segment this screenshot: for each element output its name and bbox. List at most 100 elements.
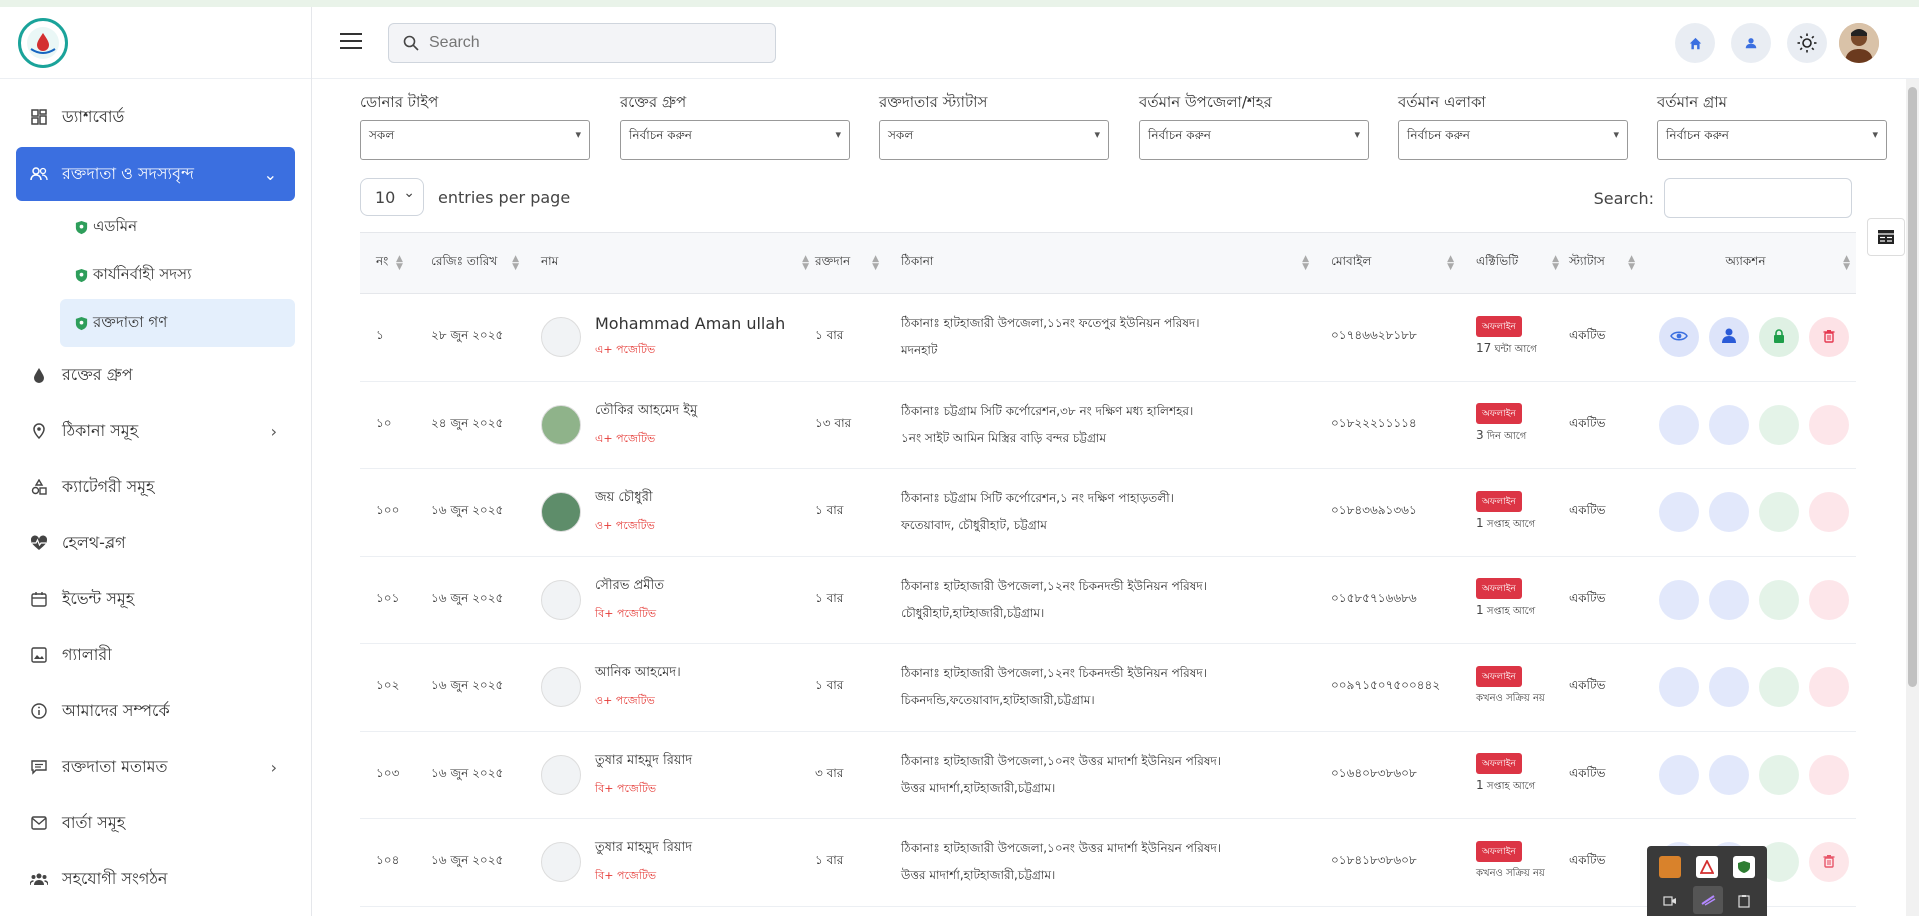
pen-icon[interactable] [1693, 886, 1723, 914]
profile-button[interactable] [1708, 317, 1749, 358]
delete-button[interactable] [1808, 667, 1849, 708]
sidebar-item-messages[interactable]: বার্তা সমূহ [16, 795, 295, 851]
donor-name[interactable]: তৌকির আহমেদ ইমু [595, 401, 697, 422]
table-settings-button[interactable] [1867, 218, 1905, 256]
sidebar-item-blood-group[interactable]: রক্তের গ্রুপ [16, 347, 295, 403]
upazila-select[interactable]: নির্বাচন করুন [1139, 120, 1369, 160]
column-header-status[interactable]: স্ট্যাটাস ▲ ▼ [1565, 232, 1635, 294]
donor-photo [541, 404, 581, 445]
address-line-1: ঠিকানাঃ হাটহাজারী উপজেলা,১০নং উত্তর মাদা… [901, 753, 1222, 768]
profile-button[interactable] [1708, 579, 1749, 620]
shield-icon [75, 316, 88, 330]
page-scrollbar[interactable] [1906, 79, 1919, 916]
sidebar-item-about[interactable]: আমাদের সম্পর্কে [16, 683, 295, 739]
lock-button[interactable] [1758, 404, 1799, 445]
delete-button[interactable] [1808, 492, 1849, 533]
donor-name[interactable]: আনিক আহমেদ। [595, 663, 681, 684]
view-button[interactable] [1658, 579, 1699, 620]
search-input[interactable] [429, 34, 759, 52]
shield-tray-icon[interactable] [1733, 856, 1755, 878]
sidebar-subitem-admin[interactable]: এডমিন [60, 203, 295, 251]
column-header-donations[interactable]: রক্তদান ▲ ▼ [815, 232, 885, 294]
donor-name[interactable]: তুষার মাহমুদ রিয়াদ [595, 838, 692, 859]
delete-button[interactable] [1808, 317, 1849, 358]
sidebar-subitem-executive[interactable]: কার্যনির্বাহী সদস্য [60, 251, 295, 299]
blood-group-select[interactable]: নির্বাচন করুন [620, 120, 850, 160]
lock-button[interactable] [1758, 492, 1799, 533]
lock-button[interactable] [1758, 754, 1799, 795]
cell-status: একটিভ [1565, 818, 1635, 907]
sidebar-item-testimonials[interactable]: রক্তদাতা মতামত › [16, 739, 295, 795]
view-button[interactable] [1658, 317, 1699, 358]
donor-name[interactable]: জয় চৌধুরী [595, 488, 655, 509]
profile-button[interactable] [1708, 404, 1749, 445]
cell-address: ঠিকানাঃ হাটহাজারী উপজেলা,১০নং উত্তর মাদা… [885, 818, 1315, 907]
delete-button[interactable] [1808, 842, 1849, 883]
area-select[interactable]: নির্বাচন করুন [1398, 120, 1628, 160]
address-line-1: ঠিকানাঃ চট্টগ্রাম সিটি কর্পোরেশন,১ নং দক… [901, 491, 1174, 506]
per-page-select[interactable]: 10 [360, 178, 424, 216]
profile-button[interactable] [1708, 667, 1749, 708]
donor-name[interactable]: সৌরভ প্রমীত [595, 576, 664, 597]
sidebar-item-events[interactable]: ইভেন্ট সমূহ [16, 571, 295, 627]
view-button[interactable] [1658, 667, 1699, 708]
column-header-no[interactable]: নং ▲ ▼ [360, 232, 415, 294]
menu-toggle-icon[interactable] [340, 33, 362, 51]
cell-actions [1635, 293, 1856, 382]
sidebar-item-label: রক্তের গ্রুপ [62, 364, 133, 384]
cell-address: ঠিকানাঃ হাটহাজারী উপজেলা,১২নং চিকনদন্ডী … [885, 556, 1315, 644]
user-icon [1745, 38, 1757, 49]
sidebar-subitem-donors[interactable]: রক্তদাতা গণ [60, 299, 295, 347]
theme-toggle-button[interactable] [1787, 23, 1827, 63]
profile-button[interactable] [1708, 492, 1749, 533]
tray-app-icon[interactable] [1659, 856, 1681, 878]
donor-status-select[interactable]: সকল [879, 120, 1109, 160]
top-accent-line [0, 0, 1919, 7]
lock-button[interactable] [1758, 317, 1799, 358]
clipboard-icon[interactable] [1733, 890, 1755, 912]
lock-button[interactable] [1758, 579, 1799, 620]
column-header-date[interactable]: রেজিঃ তারিখ ▲ ▼ [415, 232, 525, 294]
avatar[interactable] [1839, 23, 1879, 63]
lock-button[interactable] [1758, 667, 1799, 708]
sidebar-item-dashboard[interactable]: ড্যাশবোর্ড [16, 89, 295, 145]
last-active: 1 সপ্তাহ আগে [1476, 516, 1565, 534]
logo[interactable] [18, 17, 68, 68]
filter-donor-type: ডোনার টাইপ সকল [360, 91, 590, 160]
sidebar-item-partners[interactable]: সহযোগী সংগঠন [16, 851, 295, 907]
table-search-input[interactable] [1664, 178, 1852, 218]
donor-name[interactable]: Mohammad Aman ullah [595, 314, 785, 333]
delete-button[interactable] [1808, 579, 1849, 620]
column-header-activity[interactable]: এক্টিভিটি ▲ ▼ [1460, 232, 1565, 294]
column-header-action[interactable]: অ্যাকশন ▲ ▼ [1635, 232, 1856, 294]
sidebar-item-categories[interactable]: ক্যাটেগরী সমূহ [16, 459, 295, 515]
donor-type-select[interactable]: সকল [360, 120, 590, 160]
cell-address: ঠিকানাঃ হাটহাজারী উপজেলা,১০নং উত্তর মাদা… [885, 731, 1315, 819]
column-header-name[interactable]: নাম ▲ ▼ [525, 232, 815, 294]
filter-area: বর্তমান এলাকা নির্বাচন করুন [1398, 91, 1628, 160]
sidebar-item-donors-members[interactable]: রক্তদাতা ও সদস্যবৃন্দ ⌄ [16, 147, 295, 201]
profile-button[interactable] [1708, 754, 1749, 795]
donor-blood-group: এ+ পজেটিভ [595, 343, 656, 357]
scrollbar-thumb[interactable] [1908, 87, 1917, 687]
logo-icon [27, 26, 59, 59]
pdf-icon[interactable] [1696, 856, 1718, 878]
view-button[interactable] [1658, 492, 1699, 533]
donor-photo [541, 492, 581, 533]
view-button[interactable] [1658, 404, 1699, 445]
sidebar-item-gallery[interactable]: গ্যালারী [16, 627, 295, 683]
table-icon [1878, 230, 1894, 244]
delete-button[interactable] [1808, 404, 1849, 445]
delete-button[interactable] [1808, 754, 1849, 795]
donor-name[interactable]: তুষার মাহমুদ রিয়াদ [595, 751, 692, 772]
view-button[interactable] [1658, 754, 1699, 795]
home-button[interactable] [1675, 23, 1715, 63]
sidebar-item-health-blog[interactable]: হেলথ-ব্লগ [16, 515, 295, 571]
sidebar-item-address[interactable]: ঠিকানা সমূহ › [16, 403, 295, 459]
heart-pulse-icon [30, 534, 48, 552]
column-header-address[interactable]: ঠিকানা ▲ ▼ [885, 232, 1315, 294]
column-header-mobile[interactable]: মোবাইল ▲ ▼ [1315, 232, 1460, 294]
video-call-icon[interactable] [1659, 890, 1681, 912]
profile-button[interactable] [1731, 23, 1771, 63]
village-select[interactable]: নির্বাচন করুন [1657, 120, 1887, 160]
